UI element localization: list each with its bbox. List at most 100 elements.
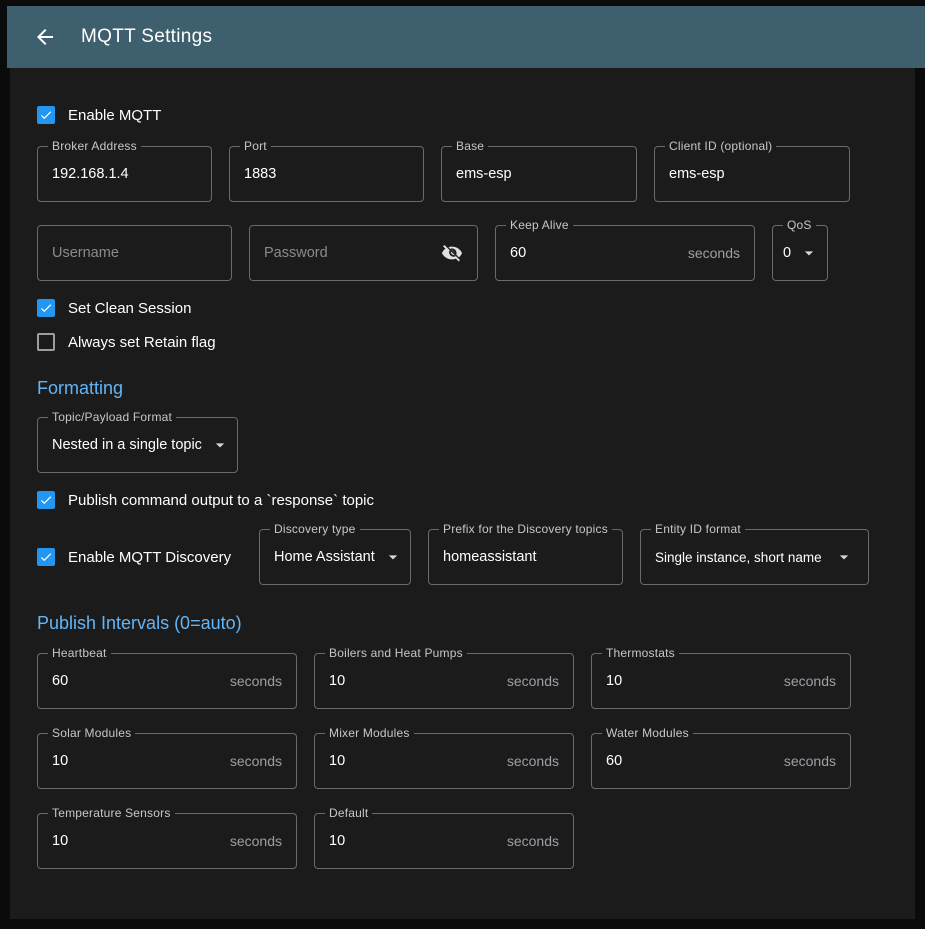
keep-alive-value: 60 (510, 245, 526, 261)
interval-default-field[interactable]: Default 10 seconds (314, 813, 574, 869)
interval-temperature-sensors-field[interactable]: Temperature Sensors 10 seconds (37, 813, 297, 869)
broker-address-value: 192.168.1.4 (52, 166, 129, 182)
check-icon (39, 108, 53, 122)
publish-response-label: Publish command output to a `response` t… (68, 492, 374, 509)
credentials-row: Username Password Keep Alive 60 seconds … (37, 225, 888, 281)
interval-heartbeat-field[interactable]: Heartbeat 60 seconds (37, 653, 297, 709)
interval-value: 60 (606, 753, 622, 769)
enable-discovery-label: Enable MQTT Discovery (68, 549, 231, 566)
username-placeholder: Username (52, 245, 119, 261)
publish-intervals-heading: Publish Intervals (0=auto) (37, 613, 888, 634)
page-title: MQTT Settings (81, 26, 212, 48)
password-placeholder: Password (264, 245, 328, 261)
back-button[interactable] (25, 17, 65, 57)
check-icon (39, 301, 53, 315)
interval-suffix: seconds (230, 833, 282, 849)
interval-label: Heartbeat (48, 646, 111, 660)
discovery-type-select[interactable]: Discovery type Home Assistant (259, 529, 411, 585)
dropdown-caret-icon (383, 547, 403, 567)
app-bar: MQTT Settings (7, 6, 925, 68)
clean-session-row[interactable]: Set Clean Session (37, 299, 888, 317)
port-label: Port (240, 139, 271, 153)
topic-format-value: Nested in a single topic (52, 437, 202, 453)
interval-value: 60 (52, 673, 68, 689)
broker-row: Broker Address 192.168.1.4 Port 1883 Bas… (37, 146, 888, 202)
broker-address-label: Broker Address (48, 139, 141, 153)
publish-response-checkbox[interactable] (37, 491, 55, 509)
keep-alive-label: Keep Alive (506, 218, 573, 232)
qos-value: 0 (783, 245, 791, 261)
retain-flag-row[interactable]: Always set Retain flag (37, 333, 888, 351)
interval-mixer-field[interactable]: Mixer Modules 10 seconds (314, 733, 574, 789)
interval-label: Water Modules (602, 726, 693, 740)
interval-label: Boilers and Heat Pumps (325, 646, 467, 660)
retain-flag-label: Always set Retain flag (68, 334, 216, 351)
check-icon (39, 550, 53, 564)
enable-discovery-checkbox[interactable] (37, 548, 55, 566)
discovery-prefix-value: homeassistant (443, 549, 537, 565)
keep-alive-suffix: seconds (688, 245, 740, 261)
interval-suffix: seconds (230, 673, 282, 689)
interval-value: 10 (329, 833, 345, 849)
interval-value: 10 (52, 753, 68, 769)
dropdown-caret-icon (834, 547, 854, 567)
port-field[interactable]: Port 1883 (229, 146, 424, 202)
keep-alive-field[interactable]: Keep Alive 60 seconds (495, 225, 755, 281)
interval-suffix: seconds (507, 753, 559, 769)
base-value: ems-esp (456, 166, 512, 182)
qos-label: QoS (783, 218, 816, 232)
interval-label: Thermostats (602, 646, 679, 660)
interval-label: Default (325, 806, 372, 820)
dropdown-caret-icon (210, 435, 230, 455)
clean-session-checkbox[interactable] (37, 299, 55, 317)
visibility-off-icon (441, 242, 463, 264)
publish-response-row[interactable]: Publish command output to a `response` t… (37, 491, 888, 509)
client-id-field[interactable]: Client ID (optional) ems-esp (654, 146, 850, 202)
intervals-grid: Heartbeat 60 seconds Boilers and Heat Pu… (37, 653, 888, 869)
enable-mqtt-checkbox[interactable] (37, 106, 55, 124)
enable-mqtt-row[interactable]: Enable MQTT (37, 106, 888, 124)
entity-id-format-select[interactable]: Entity ID format Single instance, short … (640, 529, 869, 585)
base-field[interactable]: Base ems-esp (441, 146, 637, 202)
interval-value: 10 (52, 833, 68, 849)
topic-format-select[interactable]: Topic/Payload Format Nested in a single … (37, 417, 238, 473)
retain-flag-checkbox[interactable] (37, 333, 55, 351)
broker-address-field[interactable]: Broker Address 192.168.1.4 (37, 146, 212, 202)
client-id-value: ems-esp (669, 166, 725, 182)
settings-panel: Enable MQTT Broker Address 192.168.1.4 P… (10, 68, 915, 919)
password-field[interactable]: Password (249, 225, 478, 281)
discovery-prefix-label: Prefix for the Discovery topics (439, 522, 612, 536)
interval-thermostats-field[interactable]: Thermostats 10 seconds (591, 653, 851, 709)
discovery-type-label: Discovery type (270, 522, 360, 536)
entity-id-format-value: Single instance, short name (655, 550, 822, 565)
interval-solar-field[interactable]: Solar Modules 10 seconds (37, 733, 297, 789)
formatting-heading: Formatting (37, 378, 888, 399)
topic-format-label: Topic/Payload Format (48, 410, 176, 424)
interval-boilers-field[interactable]: Boilers and Heat Pumps 10 seconds (314, 653, 574, 709)
client-id-label: Client ID (optional) (665, 139, 776, 153)
interval-value: 10 (329, 753, 345, 769)
discovery-prefix-field[interactable]: Prefix for the Discovery topics homeassi… (428, 529, 623, 585)
entity-id-format-label: Entity ID format (651, 522, 745, 536)
interval-water-field[interactable]: Water Modules 60 seconds (591, 733, 851, 789)
interval-value: 10 (329, 673, 345, 689)
interval-label: Solar Modules (48, 726, 135, 740)
interval-suffix: seconds (230, 753, 282, 769)
topic-format-row: Topic/Payload Format Nested in a single … (37, 417, 888, 473)
check-icon (39, 493, 53, 507)
enable-mqtt-label: Enable MQTT (68, 107, 161, 124)
dropdown-caret-icon (799, 243, 819, 263)
interval-suffix: seconds (507, 673, 559, 689)
interval-label: Temperature Sensors (48, 806, 175, 820)
base-label: Base (452, 139, 488, 153)
interval-suffix: seconds (784, 673, 836, 689)
arrow-back-icon (33, 25, 57, 49)
qos-select[interactable]: QoS 0 (772, 225, 828, 281)
port-value: 1883 (244, 166, 276, 182)
interval-label: Mixer Modules (325, 726, 414, 740)
username-field[interactable]: Username (37, 225, 232, 281)
toggle-password-visibility-button[interactable] (441, 242, 463, 264)
discovery-type-value: Home Assistant (274, 549, 375, 565)
interval-suffix: seconds (507, 833, 559, 849)
enable-discovery-row[interactable]: Enable MQTT Discovery (37, 548, 242, 566)
